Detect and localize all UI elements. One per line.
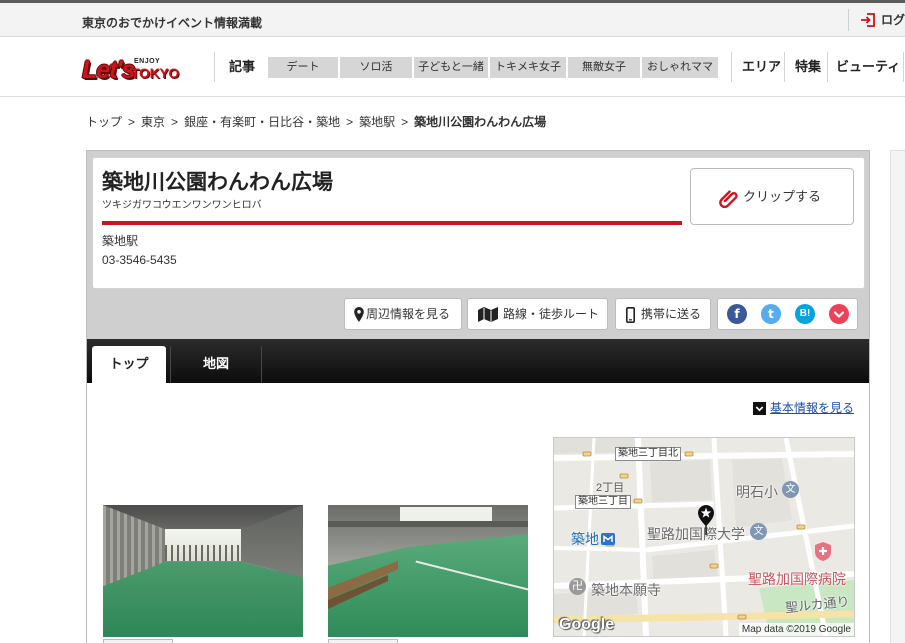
breadcrumb-separator: > [171, 115, 179, 129]
title-underline [102, 221, 682, 225]
mobile-phone-icon [626, 307, 635, 323]
basic-info-link[interactable]: 基本情報を見る [770, 400, 854, 416]
map-label-akashi-elementary: 明石小 [736, 484, 778, 500]
map-marker-star-icon[interactable] [698, 505, 714, 537]
category-kids[interactable]: 子どもと一緒 [414, 57, 488, 78]
map-attribution: Map data ©2019 Google [738, 623, 854, 636]
share-buttons: f t B! [717, 298, 858, 330]
google-logo: Google [559, 616, 615, 633]
temple-icon: 卍 [569, 578, 586, 595]
breadcrumb-item[interactable]: 東京 [141, 113, 165, 131]
header-divider [827, 52, 828, 82]
site-tagline: 東京のおでかけイベント情報満載 [82, 16, 263, 30]
login-icon[interactable] [860, 12, 876, 28]
map-label-tsukiji-honganji: 築地本願寺 [591, 582, 661, 598]
facebook-icon[interactable]: f [727, 304, 747, 324]
breadcrumb-separator: > [128, 115, 136, 129]
tab-divider [261, 346, 262, 383]
category-tokimeki[interactable]: トキメキ女子 [490, 57, 566, 78]
send-to-mobile-button[interactable]: 携帯に送る [615, 298, 711, 330]
tab-map[interactable]: 地図 [172, 346, 260, 383]
hospital-icon [815, 542, 831, 561]
category-date[interactable]: デート [268, 57, 338, 78]
photo-beam [328, 521, 528, 527]
map-label-tsukiji-3chome: 築地三丁目 [575, 495, 631, 509]
category-mama[interactable]: おしゃれママ [642, 57, 718, 78]
paperclip-icon [719, 190, 738, 208]
route-button[interactable]: 路線・徒歩ルート [467, 298, 608, 330]
breadcrumb: トップ > 東京 > 銀座・有楽町・日比谷・築地 > 築地駅 > 築地川公園わん… [86, 113, 546, 131]
nav-area[interactable]: エリア [742, 57, 781, 77]
logo-city-text: TOKYO [131, 65, 180, 81]
pocket-icon[interactable] [829, 304, 849, 324]
title-reading: ツキジガワコウエンワンワンヒロバ [102, 200, 262, 211]
school-icon: 文 [782, 481, 799, 498]
photo-opening [400, 507, 492, 521]
photo-caption-box [328, 639, 398, 643]
hatena-bookmark-icon[interactable]: B! [795, 304, 815, 324]
category-solo[interactable]: ソロ活 [340, 57, 412, 78]
twitter-icon[interactable]: t [761, 304, 781, 324]
right-sidebar [890, 150, 905, 643]
nav-section-label: 記事 [229, 59, 256, 74]
breadcrumb-separator: > [401, 115, 409, 129]
page-title: 築地川公園わんわん広場 [102, 171, 333, 194]
route-label: 路線・徒歩ルート [503, 307, 600, 321]
category-muteki[interactable]: 無敵女子 [568, 57, 640, 78]
tab-top[interactable]: トップ [92, 346, 166, 383]
login-link[interactable]: ログ [881, 10, 905, 30]
map-label-st-lukes-hospital: 聖路加国際病院 [748, 571, 846, 587]
clip-button[interactable]: クリップする [690, 168, 854, 225]
photo-fence [165, 545, 241, 561]
breadcrumb-item[interactable]: トップ [86, 113, 122, 131]
logo-main-text: Let's [82, 56, 135, 84]
map-label-2chome: 2丁目 [596, 482, 625, 494]
breadcrumb-item[interactable]: 銀座・有楽町・日比谷・築地 [184, 113, 340, 131]
send-to-mobile-label: 携帯に送る [641, 307, 702, 321]
header-divider [214, 52, 215, 82]
nearest-station: 築地駅 [102, 234, 139, 248]
site-logo[interactable]: Let's ENJOY TOKYO [82, 54, 182, 87]
category-tabs: デート ソロ活 子どもと一緒 トキメキ女子 無敵女子 おしゃれママ [268, 57, 718, 78]
spot-photo[interactable] [103, 505, 303, 637]
map-label-tsukiji-station: 築地 [571, 531, 599, 547]
photo-caption-box [103, 639, 173, 643]
header-divider [903, 52, 904, 82]
nearby-info-button[interactable]: 周辺情報を見る [344, 298, 462, 330]
phone-number: 03-3546-5435 [102, 253, 177, 267]
school-icon: 文 [750, 523, 767, 540]
breadcrumb-current: 築地川公園わんわん広場 [414, 115, 547, 129]
route-map-icon [478, 307, 498, 322]
spot-photo[interactable] [328, 505, 528, 637]
nav-beauty[interactable]: ビューティ [836, 57, 900, 77]
header-divider [784, 52, 785, 82]
nav-feature[interactable]: 特集 [795, 57, 821, 77]
map-pin-icon [354, 307, 364, 322]
tab-divider [170, 346, 171, 383]
login-divider [848, 9, 849, 31]
map-label-tsukiji-3chome-kita: 築地三丁目北 [615, 447, 681, 461]
area-map[interactable]: 築地三丁目北 2丁目 築地三丁目 明石小 文 築地 聖路加国際大学 文 聖路加国… [553, 437, 855, 637]
breadcrumb-separator: > [346, 115, 354, 129]
header-divider [731, 52, 732, 82]
breadcrumb-item[interactable]: 築地駅 [359, 113, 395, 131]
clip-button-label: クリップする [743, 189, 822, 204]
chevron-down-box-icon[interactable] [753, 402, 766, 415]
map-label-st-lukes-university: 聖路加国際大学 [647, 526, 745, 542]
nearby-info-label: 周辺情報を見る [366, 307, 451, 321]
subway-icon [601, 533, 615, 545]
